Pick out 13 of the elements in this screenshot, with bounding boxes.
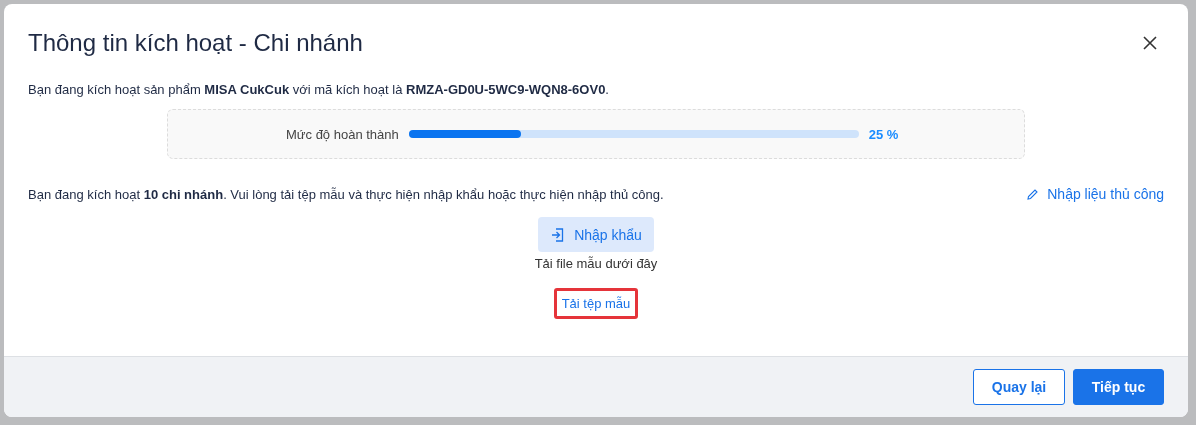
progress-percent: 25 % [868,126,899,142]
manual-entry-link[interactable]: Nhập liệu thủ công [1026,186,1164,202]
close-icon[interactable] [1142,35,1158,51]
continue-button[interactable]: Tiếp tục [1073,369,1164,405]
activation-text: Bạn đang kích hoạt sản phẩm MISA CukCuk với mã kích hoạt là RMZA-GD0U-5WC9-WQN8-6OV0. [28,82,610,97]
progress-label: Mức độ hoàn thành [286,126,399,142]
pencil-icon [1026,187,1040,201]
import-button[interactable]: Nhập khẩu [538,217,654,252]
back-button[interactable]: Quay lại [973,369,1065,405]
download-template-link[interactable]: Tải tệp mẫu [553,288,639,319]
import-hint: Tải file mẫu dưới đây [534,256,658,271]
instruction-text: Bạn đang kích hoạt 10 chi nhánh. Vui lòng tải tệp mẫu và thực hiện nhập khẩu hoặc thực hiện nhập thủ công. [28,186,664,202]
dialog-title: Thông tin kích hoạt - Chi nhánh [28,29,363,57]
